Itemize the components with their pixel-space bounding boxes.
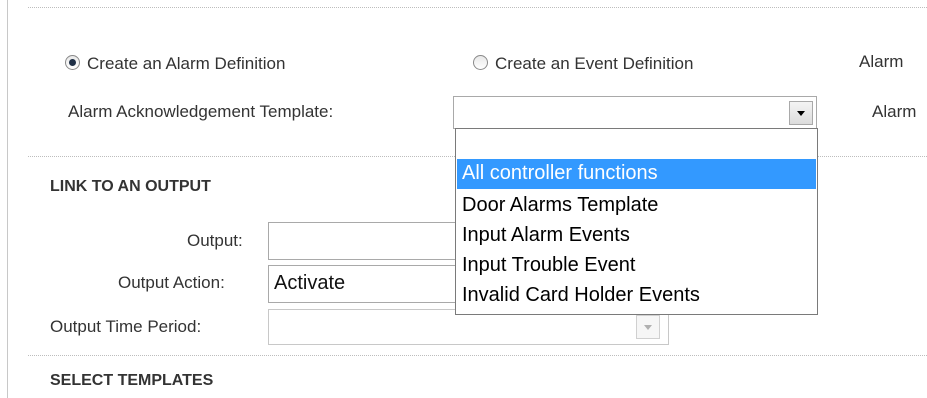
left-border [7, 0, 8, 398]
output-select[interactable] [268, 222, 458, 260]
dropdown-option-invalid-card-holder-events[interactable]: Invalid Card Holder Events [457, 281, 816, 311]
dropdown-option-input-alarm-events[interactable]: Input Alarm Events [457, 221, 816, 251]
radio-selected-dot [69, 59, 76, 66]
dropdown-option-door-alarms-template[interactable]: Door Alarms Template [457, 191, 816, 221]
time-period-dropdown-button[interactable] [636, 315, 660, 339]
link-output-heading: LINK TO AN OUTPUT [50, 178, 211, 195]
dropdown-option-all-controller-functions[interactable]: All controller functions [457, 159, 816, 189]
ack-template-dropdown-button[interactable] [789, 101, 813, 125]
dropdown-option-empty[interactable] [457, 130, 816, 158]
section-divider-2 [28, 355, 927, 356]
chevron-down-icon [644, 325, 652, 330]
ack-template-label: Alarm Acknowledgement Template: [68, 102, 334, 121]
event-definition-label[interactable]: Create an Event Definition [495, 54, 693, 74]
alarm-label-clipped: Alarm [859, 52, 904, 71]
output-label: Output: [187, 231, 243, 250]
dropdown-option-input-trouble-event[interactable]: Input Trouble Event [457, 251, 816, 281]
chevron-down-icon [797, 111, 805, 116]
event-definition-radio[interactable] [473, 55, 488, 70]
alarm-label-clipped-2: Alarm [872, 102, 917, 121]
output-action-value: Activate [274, 272, 346, 294]
alarm-definition-form: Create an Alarm Definition Create an Eve… [0, 0, 927, 398]
output-time-period-label: Output Time Period: [50, 317, 202, 336]
ack-template-select[interactable] [453, 96, 817, 129]
ack-template-dropdown-list[interactable]: All controller functions Door Alarms Tem… [455, 128, 818, 315]
alarm-definition-radio[interactable] [65, 55, 80, 70]
output-action-select[interactable]: Activate [268, 265, 458, 303]
alarm-definition-label[interactable]: Create an Alarm Definition [87, 54, 285, 74]
top-divider [28, 7, 927, 8]
output-action-label: Output Action: [118, 273, 225, 292]
select-templates-heading: SELECT TEMPLATES [50, 372, 214, 389]
